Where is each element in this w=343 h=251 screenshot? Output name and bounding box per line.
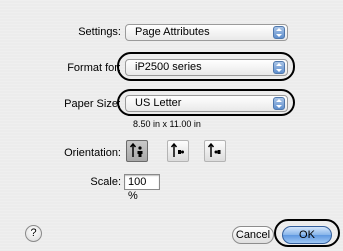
orientation-label: Orientation: xyxy=(64,147,121,159)
landscape-right-icon xyxy=(207,142,221,157)
page-setup-dialog: Settings: Page Attributes Format for: iP… xyxy=(0,0,343,251)
portrait-icon xyxy=(129,142,143,157)
help-button[interactable]: ? xyxy=(25,225,42,242)
settings-label: Settings: xyxy=(78,26,121,38)
scale-input[interactable]: 100 % xyxy=(124,174,160,202)
landscape-left-icon xyxy=(170,142,184,157)
format-for-annotation-outline xyxy=(117,52,295,81)
cancel-button[interactable]: Cancel xyxy=(232,226,274,244)
paper-dimensions-text: 8.50 in x 11.00 in xyxy=(133,119,201,129)
ok-annotation-outline xyxy=(274,219,340,247)
orientation-landscape-left-button[interactable] xyxy=(167,140,189,162)
popup-arrows-icon xyxy=(273,26,285,39)
orientation-landscape-right-button[interactable] xyxy=(204,140,226,162)
scale-label: Scale: xyxy=(90,176,121,188)
orientation-portrait-button[interactable] xyxy=(126,140,148,162)
settings-popup[interactable]: Page Attributes xyxy=(125,24,288,41)
format-for-label: Format for: xyxy=(67,62,121,74)
paper-size-label: Paper Size: xyxy=(64,98,121,110)
paper-size-annotation-outline xyxy=(117,89,295,116)
settings-value: Page Attributes xyxy=(135,26,210,38)
